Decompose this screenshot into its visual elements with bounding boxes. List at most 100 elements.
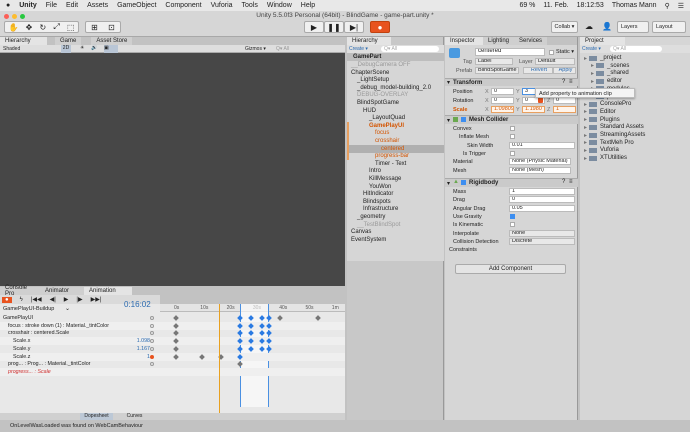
tab-game[interactable]: Game xyxy=(55,37,82,45)
tab-animator[interactable]: Animator xyxy=(40,287,84,295)
anim-property-value[interactable]: 1.098 xyxy=(120,338,150,344)
first-key-icon[interactable]: |◀◀ xyxy=(31,296,42,303)
step-button[interactable]: ▶| xyxy=(344,21,364,33)
rigidbody-gravity-checkbox[interactable] xyxy=(510,213,515,219)
dopesheet-button[interactable]: Dopesheet xyxy=(80,413,113,420)
hand-tool-icon[interactable]: ✋ xyxy=(9,23,19,32)
menu-item-window[interactable]: Window xyxy=(267,2,292,9)
chevron-right-icon[interactable]: ▸ xyxy=(584,139,587,146)
preview-icon[interactable]: ϟ xyxy=(20,297,23,303)
rigidbody-header[interactable]: ▾ ▲ Rigidbody ? ≡ xyxy=(445,178,578,187)
scale-z-input[interactable]: 1 xyxy=(553,106,576,113)
rotate-tool-icon[interactable]: ↻ xyxy=(39,23,46,32)
effects-dropdown-icon[interactable]: ▣ xyxy=(104,45,118,53)
prefab-field[interactable]: BlindSpotGame xyxy=(475,67,519,74)
event-bar[interactable] xyxy=(160,295,345,304)
prev-key-icon[interactable]: ◀| xyxy=(50,296,56,303)
rigidbody-coll-dropdown[interactable]: Discrete xyxy=(509,237,575,245)
clip-dropdown[interactable]: GamePlayUI-Buildup xyxy=(3,306,54,312)
add-key-icon[interactable] xyxy=(150,316,154,320)
tab-hierarchy-panel[interactable]: Hierarchy xyxy=(347,37,391,45)
menu-item-help[interactable]: Help xyxy=(301,2,315,9)
scale-x-input[interactable]: 1.09809 xyxy=(491,106,514,113)
tab-asset-store[interactable]: Asset Store xyxy=(91,37,133,45)
user-name[interactable]: Thomas Mann xyxy=(612,2,657,10)
menu-item-tools[interactable]: Tools xyxy=(242,2,258,9)
move-tool-icon[interactable]: ✥ xyxy=(26,23,33,32)
anim-property-value[interactable]: 1 xyxy=(120,354,150,360)
layout-dropdown[interactable]: Layout xyxy=(652,21,686,33)
global-icon[interactable]: ⊡ xyxy=(108,23,115,32)
playhead[interactable] xyxy=(219,304,221,420)
rigidbody-drag-input[interactable]: 0 xyxy=(509,196,575,204)
mesh-collider-enabled-checkbox[interactable] xyxy=(461,117,466,122)
gizmos-dropdown[interactable]: Gizmos ▾ xyxy=(245,46,266,52)
layer-dropdown[interactable]: Default xyxy=(535,58,575,65)
tag-dropdown[interactable]: Label xyxy=(475,58,513,65)
last-key-icon[interactable]: ▶▶| xyxy=(91,296,102,303)
mesh-collider-inflate-checkbox[interactable] xyxy=(510,134,515,140)
scale-y-input[interactable]: 1.1980 xyxy=(522,106,545,113)
menu-item-assets[interactable]: Assets xyxy=(87,2,108,9)
mesh-collider-material-field[interactable]: None (Physic Material) xyxy=(509,158,571,166)
account-icon[interactable]: 👤 xyxy=(602,22,612,31)
tab-project[interactable]: Project xyxy=(580,37,625,45)
revert-button[interactable]: Revert xyxy=(523,67,553,74)
curves-button[interactable]: Curves xyxy=(113,413,156,420)
rect-tool-icon[interactable]: ⬚ xyxy=(67,23,75,32)
mesh-collider-trigger-checkbox[interactable] xyxy=(510,150,515,156)
transform-tools[interactable]: ✋ ✥ ↻ ⤢ ⬚ xyxy=(4,21,79,33)
tab-hierarchy[interactable]: Hierarchy xyxy=(0,37,47,45)
2d-toggle[interactable]: 2D xyxy=(61,45,71,53)
chevron-right-icon[interactable]: ▸ xyxy=(584,147,587,154)
cloud-icon[interactable]: ☁ xyxy=(585,22,593,31)
static-dropdown[interactable]: Static ▾ xyxy=(556,49,574,55)
chevron-right-icon[interactable]: ▸ xyxy=(591,62,594,69)
collab-dropdown[interactable]: Collab ▾ xyxy=(551,21,578,33)
menu-item-file[interactable]: File xyxy=(46,2,57,9)
apple-icon[interactable]: ● xyxy=(6,2,10,9)
anim-record-button[interactable]: ● xyxy=(2,296,12,303)
settings-icon[interactable]: ≡ xyxy=(569,79,573,85)
pivot-icon[interactable]: ⊞ xyxy=(91,23,98,32)
help-icon[interactable]: ? xyxy=(562,79,565,85)
menu-item-edit[interactable]: Edit xyxy=(66,2,78,9)
tab-console-pro[interactable]: Console Pro xyxy=(0,285,40,297)
mesh-collider-mesh-field[interactable]: None (Mesh) xyxy=(509,166,571,174)
chevron-right-icon[interactable]: ▸ xyxy=(584,101,587,108)
shading-dropdown[interactable]: Shaded xyxy=(3,46,20,52)
list-icon[interactable]: ☰ xyxy=(678,2,684,10)
tab-services[interactable]: Services xyxy=(514,37,548,45)
rigidbody-adrag-input[interactable]: 0.05 xyxy=(509,204,575,212)
transform-header[interactable]: ▾ Transform ? ≡ xyxy=(445,78,578,86)
hierarchy-item[interactable]: EventSystem xyxy=(347,236,444,244)
scene-root[interactable]: GamePart xyxy=(353,54,381,60)
pivot-toggles[interactable]: ⊞ ⊡ xyxy=(85,21,121,33)
chevron-right-icon[interactable]: ▸ xyxy=(584,132,587,139)
settings-icon[interactable]: ≡ xyxy=(569,179,573,185)
rigidbody-enabled-checkbox[interactable] xyxy=(461,180,466,185)
tab-lighting[interactable]: Lighting xyxy=(483,37,515,45)
audio-toggle-icon[interactable]: 🔊 xyxy=(91,45,97,51)
project-folder[interactable]: ▸ XTUtilities xyxy=(584,154,627,162)
add-component-button[interactable]: Add Component xyxy=(455,264,566,274)
anim-property-row[interactable]: progress... : Scale xyxy=(0,367,345,376)
menu-item-component[interactable]: Component xyxy=(165,2,201,9)
layers-dropdown[interactable]: Layers xyxy=(617,21,649,33)
scale-tool-icon[interactable]: ⤢ xyxy=(53,22,59,32)
scene-view[interactable] xyxy=(0,53,345,286)
anim-property-value[interactable]: 1.167 xyxy=(120,346,150,352)
mesh-collider-convex-checkbox[interactable] xyxy=(510,126,515,131)
project-create-dropdown[interactable]: Create ▾ xyxy=(582,46,601,52)
menu-item-unity[interactable]: Unity xyxy=(19,2,37,9)
chevron-right-icon[interactable]: ▸ xyxy=(584,155,587,162)
static-checkbox[interactable] xyxy=(549,50,554,55)
rotation-x-input[interactable]: 0 xyxy=(491,97,514,104)
anim-play-icon[interactable]: ▶ xyxy=(64,296,69,303)
help-icon[interactable]: ? xyxy=(562,179,565,185)
rotation-z-input[interactable]: 0 xyxy=(553,97,576,104)
chevron-right-icon[interactable]: ▸ xyxy=(584,124,587,131)
apply-button[interactable]: Apply xyxy=(553,67,576,74)
chevron-right-icon[interactable]: ▸ xyxy=(584,116,587,123)
play-button[interactable]: ▶ xyxy=(304,21,324,33)
